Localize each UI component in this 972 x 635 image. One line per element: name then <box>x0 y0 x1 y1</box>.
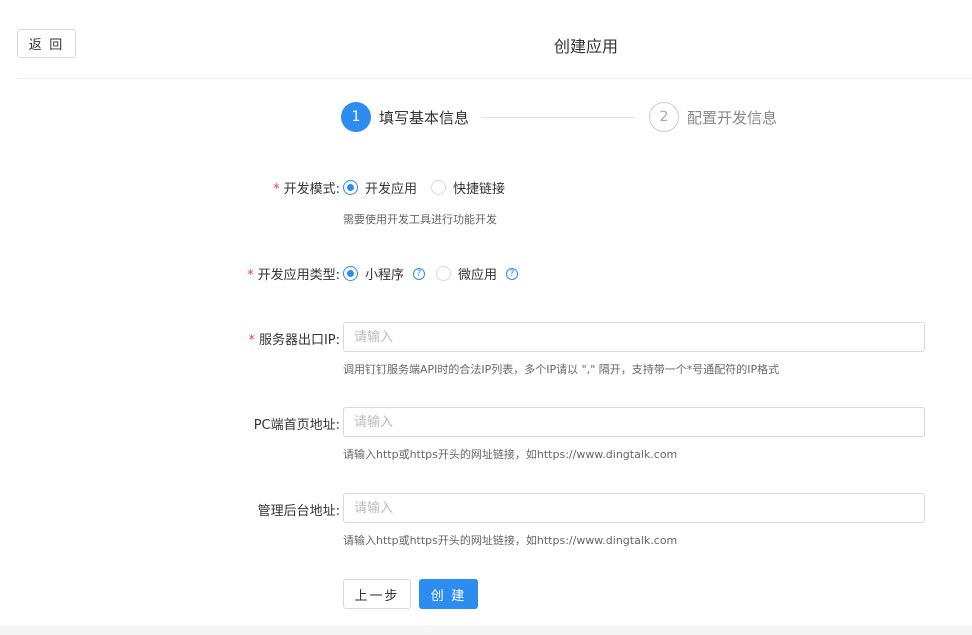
step-2-label: 配置开发信息 <box>687 108 778 127</box>
page-title: 创建应用 <box>553 37 618 56</box>
step-1: 1 填写基本信息 <box>341 102 469 132</box>
footer-band <box>0 625 972 635</box>
step-connector <box>481 117 635 118</box>
step-1-label: 填写基本信息 <box>379 108 470 127</box>
pc-url-label: PC端首页地址: <box>253 418 340 433</box>
admin-url-input[interactable] <box>343 493 925 523</box>
server-ip-label-text: 服务器出口IP: <box>258 333 340 348</box>
step-2: 2 配置开发信息 <box>649 102 777 132</box>
prev-step-button[interactable]: 上一步 <box>343 579 411 609</box>
server-ip-input[interactable] <box>343 322 925 352</box>
app-type-label: * 开发应用类型: <box>0 264 340 283</box>
dev-mode-label-text: 开发模式: <box>283 182 340 197</box>
dev-mode-label: * 开发模式: <box>0 178 340 197</box>
required-mark: * <box>248 333 255 348</box>
radio-label: 小程序 <box>365 268 405 283</box>
app-type-label-text: 开发应用类型: <box>257 268 340 283</box>
radio-mini-program[interactable]: 小程序? <box>343 264 426 283</box>
required-mark: * <box>247 268 254 283</box>
pc-url-hint: 请输入http或https开头的网址链接，如https://www.dingta… <box>343 448 678 461</box>
radio-checked-icon <box>343 180 358 195</box>
radio-micro-app[interactable]: 微应用? <box>436 264 519 283</box>
required-mark: * <box>273 182 280 197</box>
radio-unchecked-icon <box>436 266 451 281</box>
radio-dev-app[interactable]: 开发应用 <box>343 178 417 197</box>
server-ip-label: * 服务器出口IP: <box>0 329 340 348</box>
admin-url-hint: 请输入http或https开头的网址链接，如https://www.dingta… <box>343 534 678 547</box>
create-button[interactable]: 创 建 <box>419 579 478 609</box>
radio-unchecked-icon <box>431 180 446 195</box>
radio-label: 快捷链接 <box>453 182 506 197</box>
radio-checked-icon <box>343 266 358 281</box>
header-divider <box>17 78 972 79</box>
admin-url-label: 管理后台地址: <box>257 504 340 519</box>
radio-quick-link[interactable]: 快捷链接 <box>431 178 505 197</box>
help-icon[interactable]: ? <box>506 267 519 280</box>
pc-url-input[interactable] <box>343 407 925 437</box>
server-ip-hint: 调用钉钉服务端API时的合法IP列表，多个IP请以 "," 隔开，支持带一个*号… <box>343 363 780 376</box>
step-2-number: 2 <box>649 102 679 132</box>
step-1-number: 1 <box>341 102 371 132</box>
help-icon[interactable]: ? <box>413 267 426 280</box>
dev-mode-hint: 需要使用开发工具进行功能开发 <box>343 213 497 226</box>
radio-label: 开发应用 <box>365 182 418 197</box>
radio-label: 微应用 <box>458 268 498 283</box>
